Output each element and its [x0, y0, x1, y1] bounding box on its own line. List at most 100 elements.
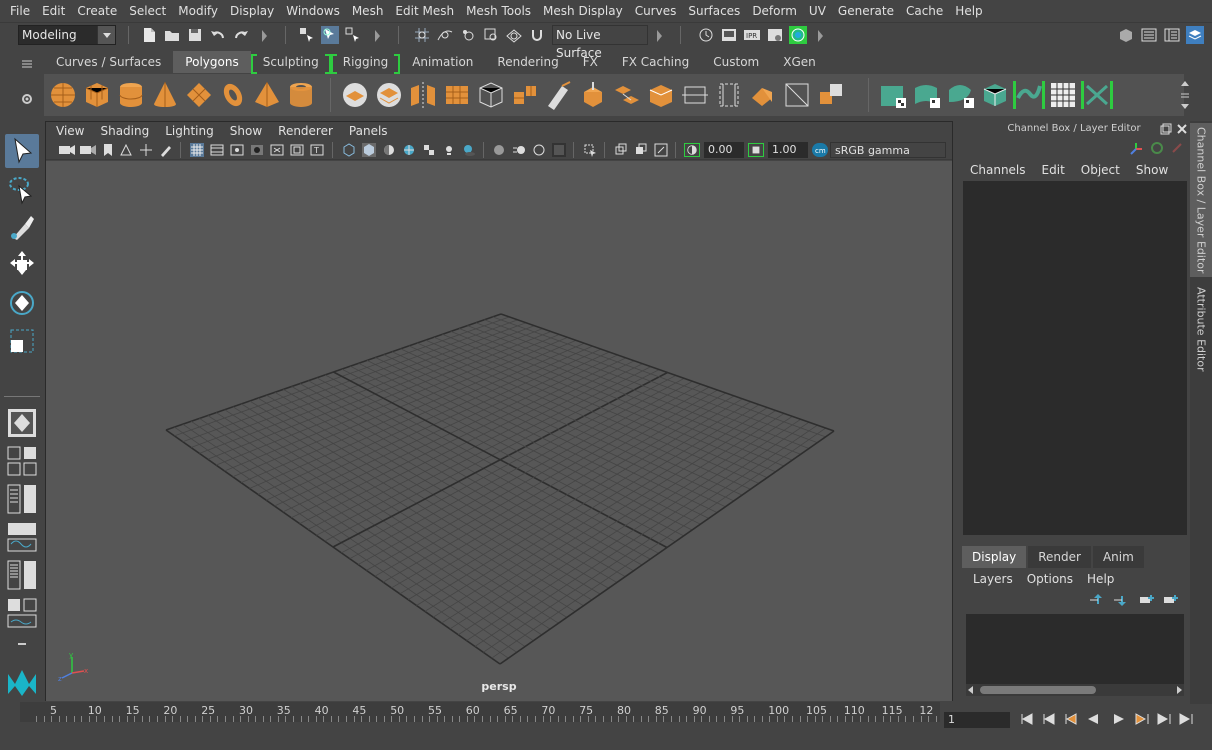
shelf-tab-xgen[interactable]: XGen	[771, 51, 828, 73]
speed-icon[interactable]	[1150, 141, 1164, 155]
history-icon[interactable]	[697, 26, 715, 44]
shelf-tab-custom[interactable]: Custom	[701, 51, 771, 73]
viewport-menu-view[interactable]: View	[48, 122, 92, 140]
select-object-icon[interactable]	[321, 26, 339, 44]
exposure-icon[interactable]	[684, 143, 700, 157]
poly-pipe-icon[interactable]	[284, 78, 318, 112]
target-weld-icon[interactable]	[814, 78, 848, 112]
depth-of-field-icon[interactable]	[552, 143, 566, 157]
scale-tool-icon[interactable]	[5, 324, 39, 358]
smooth-icon[interactable]	[440, 78, 474, 112]
viewport-menu-lighting[interactable]: Lighting	[157, 122, 222, 140]
toolbox-more-button[interactable]	[6, 632, 38, 656]
move-tool-icon[interactable]	[5, 248, 39, 282]
menu-cache[interactable]: Cache	[900, 0, 949, 22]
default-lighting-icon[interactable]	[382, 143, 396, 157]
collapse-arrow-icon[interactable]	[375, 30, 380, 42]
multi-cut-icon[interactable]	[542, 78, 576, 112]
object-menu[interactable]: Object	[1073, 161, 1128, 179]
ambient-occlusion-icon[interactable]	[492, 143, 506, 157]
shelf-gear-icon[interactable]	[20, 92, 34, 106]
gate-mask-icon[interactable]	[250, 143, 264, 157]
exposure-field[interactable]: 0.00	[704, 142, 744, 158]
menu-generate[interactable]: Generate	[832, 0, 900, 22]
grid-toggle-icon[interactable]	[190, 143, 204, 157]
xray-icon[interactable]	[614, 143, 628, 157]
viewport-menu-shading[interactable]: Shading	[92, 122, 157, 140]
mirror-icon[interactable]	[406, 78, 440, 112]
collapse-arrow-icon[interactable]	[818, 30, 823, 42]
hyper-icon[interactable]	[1170, 141, 1184, 155]
gamma-field[interactable]: 1.00	[768, 142, 808, 158]
combine-icon[interactable]	[338, 78, 372, 112]
ipr-render-icon[interactable]: IPR	[743, 26, 761, 44]
step-back-icon[interactable]	[1043, 713, 1055, 725]
shelf-tab-sculpting[interactable]: Sculpting	[250, 51, 331, 74]
bookmark-icon[interactable]	[101, 143, 115, 157]
menu-mesh-tools[interactable]: Mesh Tools	[460, 0, 537, 22]
live-surface-field[interactable]: No Live Surface	[552, 25, 648, 60]
smooth-shade-icon[interactable]	[362, 143, 376, 157]
uv-unfold-icon[interactable]	[1080, 78, 1114, 112]
layers-menu[interactable]: Layers	[966, 569, 1020, 589]
snap-view-plane-icon[interactable]	[482, 26, 500, 44]
layer-list[interactable]	[966, 614, 1184, 686]
shelf-tab-curves-surfaces[interactable]: Curves / Surfaces	[44, 51, 173, 73]
xray-active-components-icon[interactable]	[634, 143, 648, 157]
uv-automatic-icon[interactable]	[978, 78, 1012, 112]
go-to-end-icon[interactable]	[1179, 713, 1193, 725]
current-frame-field[interactable]: 1	[944, 712, 1010, 728]
safe-action-icon[interactable]	[290, 143, 304, 157]
poly-cylinder-icon[interactable]	[114, 78, 148, 112]
select-tool-icon[interactable]	[5, 134, 39, 168]
shelf-tab-fx-caching[interactable]: FX Caching	[610, 51, 701, 73]
select-component-icon[interactable]	[344, 26, 362, 44]
single-view-layout-icon[interactable]	[5, 406, 39, 440]
shadows-icon[interactable]	[462, 143, 476, 157]
modeling-toolkit-icon[interactable]	[1186, 26, 1204, 44]
bevel-icon[interactable]	[644, 78, 678, 112]
shelf-tab-rendering[interactable]: Rendering	[485, 51, 570, 73]
layer-scrollbar[interactable]	[966, 684, 1184, 696]
poly-torus-icon[interactable]	[216, 78, 250, 112]
show-menu[interactable]: Show	[1128, 161, 1176, 179]
camera-select-icon[interactable]	[58, 143, 76, 157]
maya-logo-icon[interactable]	[5, 666, 39, 700]
shelf-tab-polygons[interactable]: Polygons	[173, 51, 251, 73]
bridge-icon[interactable]	[610, 78, 644, 112]
shelf-menu-icon[interactable]	[20, 58, 34, 70]
use-all-lights-icon[interactable]	[442, 143, 456, 157]
snap-grid-icon[interactable]	[413, 26, 431, 44]
menu-select[interactable]: Select	[123, 0, 172, 22]
menu-display[interactable]: Display	[224, 0, 280, 22]
viewport-menu-show[interactable]: Show	[222, 122, 270, 140]
collapse-arrow-icon[interactable]	[657, 30, 662, 42]
image-plane-icon[interactable]	[119, 143, 133, 157]
uv-cut-icon[interactable]	[1012, 78, 1046, 112]
open-scene-icon[interactable]	[163, 26, 181, 44]
menu-windows[interactable]: Windows	[280, 0, 346, 22]
four-view-layout-icon[interactable]	[5, 444, 39, 478]
hypershade-layout-icon[interactable]	[5, 596, 39, 630]
shelf-tab-rigging[interactable]: Rigging	[330, 51, 401, 74]
channel-box-toggle-icon[interactable]	[1140, 26, 1158, 44]
hypershade-icon[interactable]	[789, 26, 807, 44]
lasso-tool-icon[interactable]	[5, 172, 39, 206]
edit-menu[interactable]: Edit	[1034, 161, 1073, 179]
tab-render[interactable]: Render	[1028, 546, 1091, 568]
menu-help[interactable]: Help	[949, 0, 988, 22]
outliner-layout-icon[interactable]	[5, 482, 39, 516]
tab-attribute-editor[interactable]: Attribute Editor	[1190, 283, 1212, 375]
film-gate-icon[interactable]	[210, 143, 224, 157]
resolution-gate-icon[interactable]	[230, 143, 244, 157]
snap-surface-icon[interactable]	[505, 26, 523, 44]
save-scene-icon[interactable]	[186, 26, 204, 44]
field-chart-icon[interactable]	[270, 143, 284, 157]
select-hierarchy-icon[interactable]	[298, 26, 316, 44]
remesh-icon[interactable]	[508, 78, 542, 112]
view-transform-field[interactable]: sRGB gamma	[830, 142, 946, 158]
render-settings-icon[interactable]	[766, 26, 784, 44]
safe-title-icon[interactable]: T	[310, 143, 324, 157]
camera-attributes-icon[interactable]	[79, 143, 97, 157]
paint-select-tool-icon[interactable]	[5, 210, 39, 244]
